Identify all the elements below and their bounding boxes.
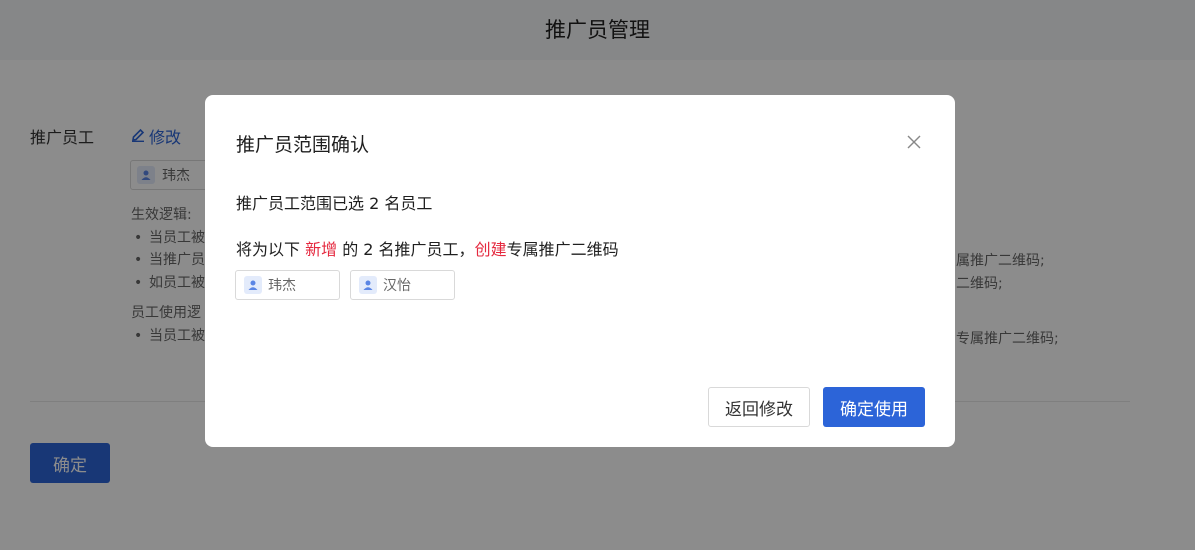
user-icon (244, 276, 262, 294)
confirm-dialog: 推广员范围确认 推广员工范围已选 2 名员工 将为以下 新增 的 2 名推广员工… (205, 95, 955, 447)
selection-summary: 推广员工范围已选 2 名员工 (236, 194, 433, 213)
chip-label: 汉怡 (383, 278, 411, 294)
employee-chip: 玮杰 (235, 270, 340, 300)
back-button[interactable]: 返回修改 (708, 387, 810, 427)
close-icon[interactable] (905, 133, 923, 151)
notice-text: 专属推广二维码 (506, 240, 619, 259)
notice-text: 将为以下 (236, 240, 306, 259)
creation-notice: 将为以下 新增 的 2 名推广员工，创建专属推广二维码 (236, 236, 619, 260)
chip-label: 玮杰 (268, 278, 296, 294)
notice-highlight: 新增 (305, 240, 338, 259)
confirm-use-button[interactable]: 确定使用 (823, 387, 925, 427)
dialog-title: 推广员范围确认 (236, 134, 370, 156)
employee-chip: 汉怡 (350, 270, 455, 300)
notice-text: 的 2 名推广员工， (337, 240, 475, 259)
user-icon (359, 276, 377, 294)
notice-highlight: 创建 (474, 240, 507, 259)
